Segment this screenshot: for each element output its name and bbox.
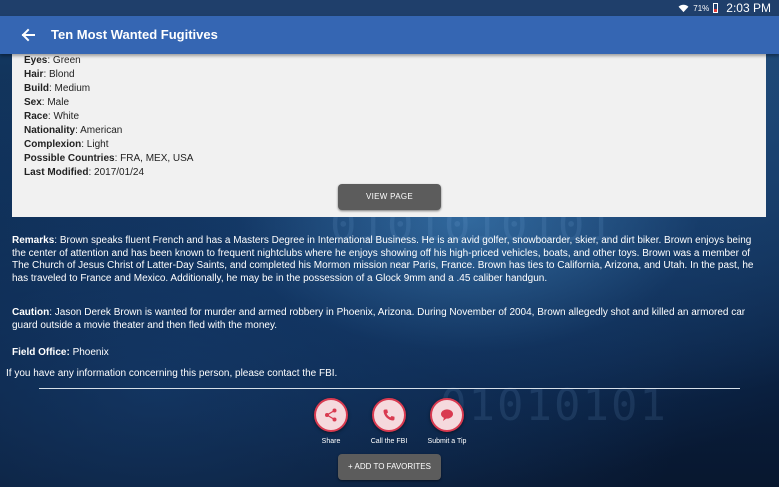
- details-card: Eyes: Green Hair: Blond Build: Medium Se…: [12, 54, 766, 217]
- detail-row-nationality: Nationality: American: [24, 124, 193, 138]
- add-to-favorites-button[interactable]: + ADD TO FAVORITES: [338, 454, 441, 480]
- detail-value: : Medium: [49, 83, 91, 94]
- detail-label: Hair: [24, 69, 44, 80]
- detail-label: Last Modified: [24, 167, 89, 178]
- detail-row-build: Build: Medium: [24, 82, 193, 96]
- detail-value: : White: [47, 111, 80, 122]
- caution-label: Caution: [12, 307, 50, 318]
- detail-row-race: Race: White: [24, 110, 193, 124]
- share-icon: [325, 408, 337, 422]
- clock: 2:03 PM: [726, 1, 771, 15]
- detail-label: Nationality: [24, 125, 76, 136]
- detail-label: Possible Countries: [24, 153, 115, 164]
- contact-text: If you have any information concerning t…: [6, 368, 338, 379]
- detail-row-hair: Hair: Blond: [24, 68, 193, 82]
- battery-icon: [713, 3, 719, 13]
- back-arrow-icon[interactable]: [18, 25, 38, 45]
- field-office-value: Phoenix: [69, 347, 109, 358]
- app-bar: Ten Most Wanted Fugitives: [0, 16, 779, 54]
- call-fbi-button[interactable]: Call the FBI: [359, 398, 419, 445]
- detail-value: : Light: [81, 139, 109, 150]
- submit-tip-button[interactable]: Submit a Tip: [417, 398, 477, 445]
- field-office-label: Field Office:: [12, 347, 70, 358]
- caution-paragraph: Caution: Jason Derek Brown is wanted for…: [12, 307, 767, 332]
- remarks-label: Remarks: [12, 235, 55, 246]
- call-label: Call the FBI: [370, 438, 408, 445]
- tip-circle[interactable]: [430, 398, 464, 432]
- page-title: Ten Most Wanted Fugitives: [51, 27, 218, 42]
- detail-row-complexion: Complexion: Light: [24, 138, 193, 152]
- detail-value: : FRA, MEX, USA: [114, 153, 194, 164]
- detail-label: Complexion: [24, 139, 82, 150]
- detail-label: Race: [24, 111, 48, 122]
- detail-label: Sex: [24, 97, 42, 108]
- status-bar: 71% 2:03 PM: [0, 0, 779, 16]
- detail-value: : Green: [47, 55, 81, 66]
- call-circle[interactable]: [372, 398, 406, 432]
- share-label: Share: [321, 438, 341, 445]
- divider: [39, 388, 740, 389]
- detail-row-last-modified: Last Modified: 2017/01/24: [24, 166, 193, 180]
- phone-icon: [383, 409, 395, 421]
- remarks-paragraph: Remarks: Brown speaks fluent French and …: [12, 235, 767, 285]
- share-button[interactable]: Share: [301, 398, 361, 445]
- tip-label: Submit a Tip: [427, 438, 467, 445]
- remarks-text: : Brown speaks fluent French and has a M…: [12, 235, 754, 284]
- wifi-icon: [678, 4, 689, 12]
- field-office: Field Office: Phoenix: [12, 347, 767, 360]
- detail-label: Eyes: [24, 55, 48, 66]
- chat-bubble-icon: [441, 409, 453, 421]
- detail-value: : Male: [41, 97, 70, 108]
- caution-text: : Jason Derek Brown is wanted for murder…: [12, 307, 746, 331]
- share-circle[interactable]: [314, 398, 348, 432]
- detail-row-sex: Sex: Male: [24, 96, 193, 110]
- detail-row-possible-countries: Possible Countries: FRA, MEX, USA: [24, 152, 193, 166]
- detail-row-eyes: Eyes: Green: [24, 54, 193, 68]
- detail-value: : American: [75, 125, 123, 136]
- detail-label: Build: [24, 83, 49, 94]
- view-page-button[interactable]: VIEW PAGE: [338, 184, 441, 210]
- details-list: Eyes: Green Hair: Blond Build: Medium Se…: [24, 54, 193, 180]
- battery-percent: 71%: [693, 3, 710, 13]
- detail-value: : Blond: [43, 69, 75, 80]
- detail-value: : 2017/01/24: [88, 167, 145, 178]
